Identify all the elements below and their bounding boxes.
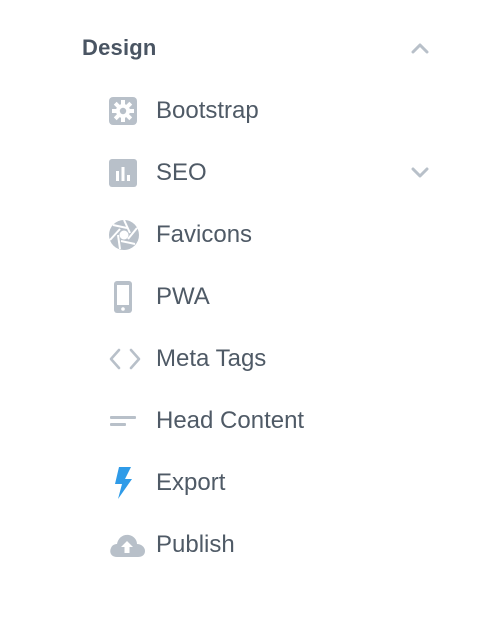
section-title: Design: [82, 35, 157, 60]
menu-item-meta-tags[interactable]: Meta Tags: [108, 328, 432, 390]
chevron-up-icon[interactable]: [408, 36, 432, 60]
mobile-phone-icon: [108, 277, 148, 317]
menu-item-label: Meta Tags: [156, 345, 267, 372]
design-menu: Bootstrap SEO Favicons PWA Meta Tags Hea…: [108, 80, 432, 576]
bar-chart-icon: [108, 153, 148, 193]
menu-item-publish[interactable]: Publish: [108, 514, 432, 576]
menu-item-favicons[interactable]: Favicons: [108, 204, 432, 266]
menu-item-label: Favicons: [156, 221, 253, 248]
menu-item-pwa[interactable]: PWA: [108, 266, 432, 328]
lines-icon: [108, 401, 148, 441]
cloud-upload-icon: [108, 525, 148, 565]
menu-item-label: Publish: [156, 531, 235, 558]
menu-item-bootstrap[interactable]: Bootstrap: [108, 80, 432, 142]
menu-item-label: SEO: [156, 159, 207, 186]
menu-item-seo[interactable]: SEO: [108, 142, 432, 204]
code-brackets-icon: [108, 339, 148, 379]
menu-item-export[interactable]: Export: [108, 452, 432, 514]
gear-icon: [108, 91, 148, 131]
menu-item-label: Bootstrap: [156, 97, 259, 124]
design-section-header[interactable]: Design: [82, 30, 432, 66]
aperture-icon: [108, 215, 148, 255]
chevron-down-icon[interactable]: [408, 161, 432, 185]
menu-item-head-content[interactable]: Head Content: [108, 390, 432, 452]
menu-item-label: PWA: [156, 283, 210, 310]
lightning-bolt-icon: [108, 463, 148, 503]
menu-item-label: Head Content: [156, 407, 305, 434]
menu-item-label: Export: [156, 469, 226, 496]
